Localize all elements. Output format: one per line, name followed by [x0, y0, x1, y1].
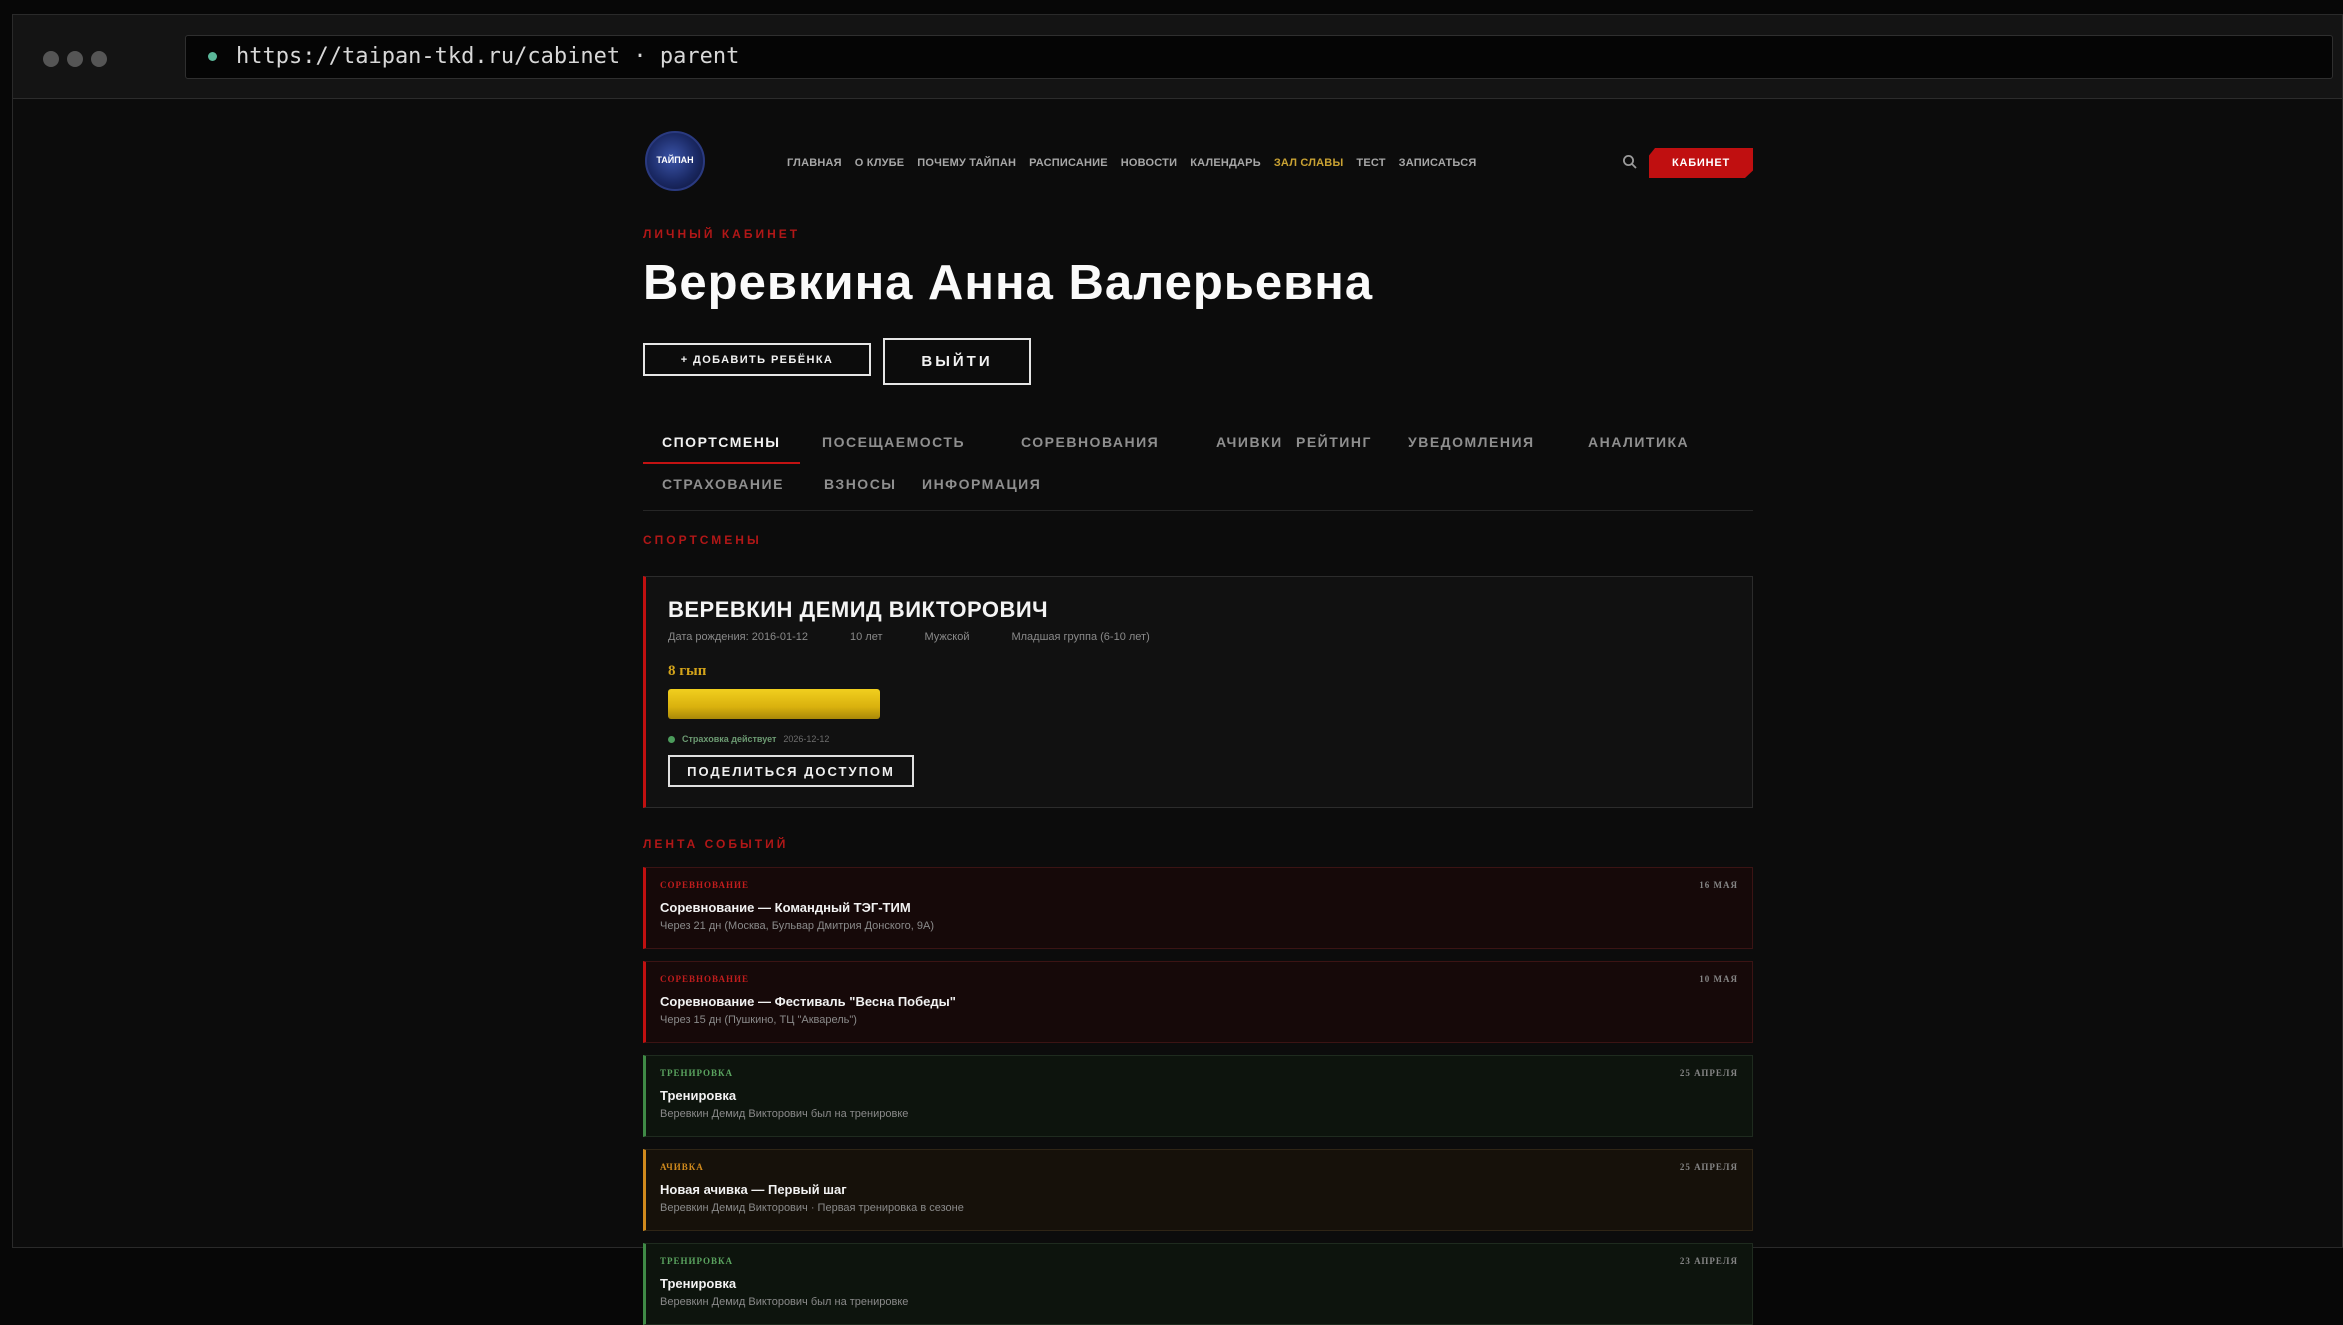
cabinet-tabs: СПОРТСМЕНЫ ПОСЕЩАЕМОСТЬ СОРЕВНОВАНИЯ АЧИ… [643, 420, 1753, 511]
browser-toolbar: https://taipan-tkd.ru/cabinet · parent [13, 15, 2342, 99]
search-icon[interactable] [1621, 153, 1639, 171]
url-text: https://taipan-tkd.ru/cabinet · parent [236, 44, 740, 69]
event-type: АЧИВКА [660, 1162, 704, 1172]
nav-why[interactable]: ПОЧЕМУ ТАЙПАН [917, 157, 1016, 169]
window-maximize-dot[interactable] [91, 51, 107, 67]
athletes-section-title: СПОРТСМЕНЫ [643, 533, 762, 547]
event-type: СОРЕВНОВАНИЕ [660, 880, 749, 890]
belt-color-bar [668, 689, 880, 719]
belt-rank: 8 гып [668, 663, 707, 679]
tab-insurance[interactable]: СТРАХОВАНИЕ [643, 470, 803, 506]
feed-event[interactable]: СОРЕВНОВАНИЕ Соревнование — Командный ТЭ… [643, 867, 1753, 949]
nav-about[interactable]: О КЛУБЕ [855, 157, 905, 169]
insurance-status-text: Страховка действует [682, 734, 777, 744]
feed-section-title: ЛЕНТА СОБЫТИЙ [643, 837, 789, 851]
tab-analytics[interactable]: АНАЛИТИКА [1569, 428, 1708, 464]
event-date: 10 МАЯ [1699, 974, 1738, 984]
secure-indicator-icon [208, 52, 217, 61]
athlete-name: ВЕРЕВКИН ДЕМИД ВИКТОРОВИЧ [668, 597, 1049, 622]
feed-event[interactable]: ТРЕНИРОВКА Тренировка Веревкин Демид Вик… [643, 1243, 1753, 1325]
browser-window: https://taipan-tkd.ru/cabinet · parent Т… [12, 14, 2343, 1325]
main-nav: ГЛАВНАЯ О КЛУБЕ ПОЧЕМУ ТАЙПАН РАСПИСАНИЕ… [787, 157, 1476, 169]
tab-athletes[interactable]: СПОРТСМЕНЫ [643, 428, 800, 464]
tab-notifications[interactable]: УВЕДОМЛЕНИЯ [1389, 428, 1554, 464]
event-date: 25 АПРЕЛЯ [1679, 1068, 1738, 1078]
event-type: СОРЕВНОВАНИЕ [660, 974, 749, 984]
share-access-button[interactable]: ПОДЕЛИТЬСЯ ДОСТУПОМ [668, 755, 914, 787]
cabinet-eyebrow: ЛИЧНЫЙ КАБИНЕТ [643, 227, 801, 241]
nav-signup[interactable]: ЗАПИСАТЬСЯ [1399, 157, 1477, 169]
tab-attendance[interactable]: ПОСЕЩАЕМОСТЬ [803, 428, 984, 464]
event-type: ТРЕНИРОВКА [660, 1068, 733, 1078]
feed-event[interactable]: АЧИВКА Новая ачивка — Первый шаг Веревки… [643, 1149, 1753, 1231]
event-title: Соревнование — Командный ТЭГ-ТИМ [660, 900, 911, 915]
feed-event[interactable]: ТРЕНИРОВКА Тренировка Веревкин Демид Вик… [643, 1055, 1753, 1137]
event-type: ТРЕНИРОВКА [660, 1256, 733, 1266]
event-title: Новая ачивка — Первый шаг [660, 1182, 847, 1197]
cabinet-button[interactable]: КАБИНЕТ [1649, 148, 1753, 178]
logout-button[interactable]: ВЫЙТИ [883, 338, 1031, 385]
nav-hall-of-fame[interactable]: ЗАЛ СЛАВЫ [1274, 157, 1344, 169]
insurance-status: Страховка действует 2026-12-12 [668, 734, 829, 744]
event-date: 23 АПРЕЛЯ [1679, 1256, 1738, 1266]
tab-rating[interactable]: РЕЙТИНГ [1277, 428, 1391, 464]
status-dot-icon [668, 735, 675, 743]
event-subtitle: Веревкин Демид Викторович был на трениро… [660, 1108, 909, 1120]
event-subtitle: Через 15 дн (Пушкино, ТЦ "Акварель") [660, 1014, 857, 1026]
add-child-button[interactable]: + ДОБАВИТЬ РЕБЁНКА [643, 343, 871, 376]
nav-home[interactable]: ГЛАВНАЯ [787, 157, 842, 169]
athlete-gender: Мужской [924, 631, 970, 643]
athlete-meta: Дата рождения: 2016-01-12 10 лет Мужской… [668, 631, 1150, 643]
event-title: Тренировка [660, 1088, 737, 1103]
athlete-group: Младшая группа (6-10 лет) [1011, 631, 1150, 643]
window-minimize-dot[interactable] [67, 51, 83, 67]
window-close-dot[interactable] [43, 51, 59, 67]
event-title: Тренировка [660, 1276, 737, 1291]
event-subtitle: Веревкин Демид Викторович · Первая трени… [660, 1202, 964, 1214]
insurance-date: 2026-12-12 [783, 734, 830, 744]
nav-calendar[interactable]: КАЛЕНДАРЬ [1190, 157, 1261, 169]
tab-information[interactable]: ИНФОРМАЦИЯ [903, 470, 1060, 506]
event-subtitle: Через 21 дн (Москва, Бульвар Дмитрия Дон… [660, 920, 935, 932]
nav-news[interactable]: НОВОСТИ [1121, 157, 1177, 169]
club-logo[interactable]: ТАЙПАН [645, 131, 705, 191]
page-title: Веревкина Анна Валерьевна [643, 256, 1374, 310]
athlete-birth-date: Дата рождения: 2016-01-12 [668, 631, 808, 643]
athlete-age: 10 лет [849, 631, 883, 643]
nav-test[interactable]: ТЕСТ [1356, 157, 1385, 169]
tab-fees[interactable]: ВЗНОСЫ [805, 470, 916, 506]
feed-event[interactable]: СОРЕВНОВАНИЕ Соревнование — Фестиваль "В… [643, 961, 1753, 1043]
address-bar[interactable]: https://taipan-tkd.ru/cabinet · parent [185, 35, 2333, 79]
event-date: 25 АПРЕЛЯ [1679, 1162, 1738, 1172]
tab-competitions[interactable]: СОРЕВНОВАНИЯ [1002, 428, 1178, 464]
event-subtitle: Веревкин Демид Викторович был на трениро… [660, 1296, 909, 1308]
nav-schedule[interactable]: РАСПИСАНИЕ [1029, 157, 1108, 169]
event-date: 16 МАЯ [1699, 880, 1738, 890]
athlete-card: ВЕРЕВКИН ДЕМИД ВИКТОРОВИЧ Дата рождения:… [643, 576, 1753, 808]
event-title: Соревнование — Фестиваль "Весна Победы" [660, 994, 956, 1009]
